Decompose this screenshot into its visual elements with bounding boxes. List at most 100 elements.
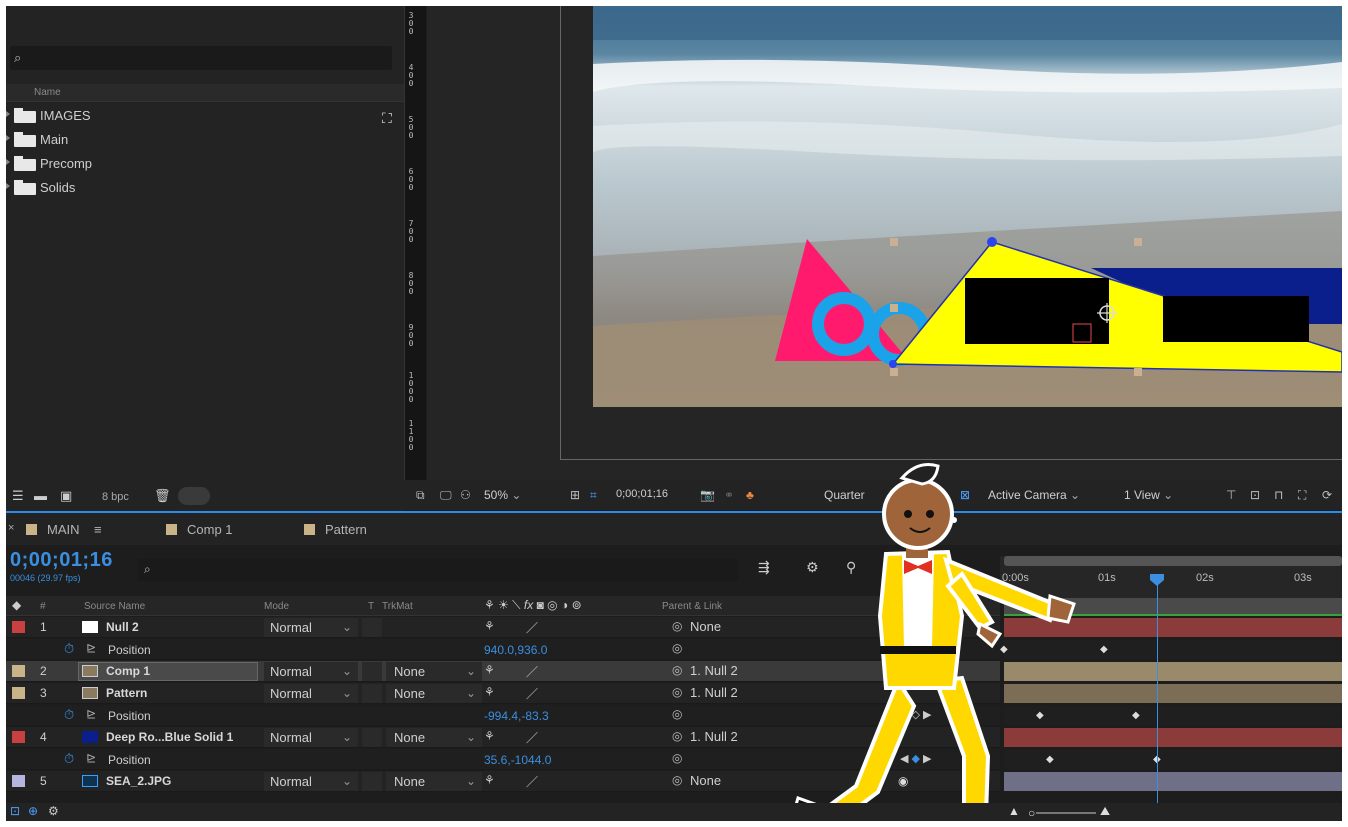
property-value[interactable]: 940.0,936.0 (484, 643, 547, 657)
layer-name-field[interactable] (78, 662, 258, 681)
layer-label-color[interactable] (12, 775, 25, 787)
quality-switch-icon[interactable]: ／ (526, 685, 538, 702)
blend-mode-dropdown[interactable]: Normal ⌄ (264, 662, 358, 681)
layer-name[interactable]: Comp 1 (106, 664, 150, 678)
parent-dropdown[interactable]: 1. Null 2 (690, 729, 738, 744)
display-icon[interactable]: 🖵 (440, 488, 452, 503)
in-out-toggle-icon[interactable]: ⚙ (48, 804, 59, 818)
view-layout-dropdown[interactable]: 1 View (1124, 488, 1173, 502)
blend-mode-dropdown[interactable]: Normal ⌄ (264, 728, 358, 747)
shy-switch-icon[interactable]: ⚘ (484, 663, 495, 677)
stopwatch-icon[interactable]: ⏱ (64, 641, 74, 657)
interpret-footage-icon[interactable]: ☰ (12, 488, 24, 504)
tab-menu-icon[interactable]: ≡ (94, 522, 102, 537)
tab-comp1[interactable]: Comp 1 (166, 522, 233, 537)
pickwhip-icon[interactable]: ◎ (672, 685, 682, 699)
timeline-zoom-slider[interactable] (1036, 812, 1096, 814)
parent-dropdown[interactable]: 1. Null 2 (690, 663, 738, 678)
preserve-transparency-box[interactable] (362, 728, 382, 747)
pickwhip-icon[interactable]: ◎ (672, 773, 682, 787)
new-comp-icon[interactable]: ▣ (60, 488, 72, 504)
layer-name[interactable]: SEA_2.JPG (106, 774, 171, 788)
viewer-timecode[interactable]: 0;00;01;16 (616, 488, 668, 500)
pickwhip-icon[interactable]: ◎ (672, 641, 682, 655)
grid-icon[interactable]: ⊞ (570, 488, 580, 502)
layer-name[interactable]: Null 2 (106, 620, 139, 634)
quality-switch-icon[interactable]: ／ (526, 663, 538, 680)
expand-caret-icon[interactable] (6, 183, 10, 189)
layer-label-color[interactable] (12, 687, 25, 699)
stopwatch-icon[interactable]: ⏱ (64, 751, 74, 767)
flowchart-icon[interactable]: ⛶ (382, 110, 392, 127)
shy-switch-icon[interactable]: ⚘ (484, 685, 495, 699)
track-matte-dropdown[interactable]: None ⌄ (386, 772, 482, 791)
preserve-transparency-box[interactable] (362, 772, 382, 791)
color-channel-icon[interactable]: ♣ (746, 488, 754, 502)
bit-depth-button[interactable]: 8 bpc (102, 491, 129, 503)
parent-dropdown[interactable]: None (690, 619, 721, 634)
current-time-display[interactable]: 0;00;01;16 (10, 549, 113, 572)
property-value[interactable]: 35.6,-1044.0 (484, 753, 551, 767)
blend-mode-dropdown[interactable]: Normal ⌄ (264, 772, 358, 791)
fast-preview-icon[interactable]: ⊡ (1250, 488, 1260, 502)
quality-switch-icon[interactable]: ／ (526, 773, 538, 790)
expand-caret-icon[interactable] (6, 159, 10, 165)
project-item-images[interactable]: IMAGES (6, 104, 381, 128)
show-snapshot-icon[interactable]: ⚭ (724, 488, 734, 502)
beach-footage[interactable] (593, 6, 1342, 407)
reset-exposure-icon[interactable]: ⟳ (1322, 488, 1332, 502)
tab-main[interactable]: MAIN (26, 522, 80, 537)
layer-label-color[interactable] (12, 621, 25, 633)
trash-icon[interactable]: 🗑 (154, 488, 171, 504)
zoom-dropdown[interactable]: 50% (484, 488, 521, 502)
project-item-main[interactable]: Main (6, 128, 381, 152)
pickwhip-icon[interactable]: ◎ (672, 751, 682, 765)
layer-label-color[interactable] (12, 665, 25, 677)
pickwhip-icon[interactable]: ◎ (672, 707, 682, 721)
graph-icon[interactable]: ⊵ (86, 751, 96, 765)
column-source-name[interactable]: Source Name (84, 601, 145, 612)
quality-switch-icon[interactable]: ／ (526, 729, 538, 746)
track-matte-dropdown[interactable]: None ⌄ (386, 662, 482, 681)
preserve-transparency-box[interactable] (362, 684, 382, 703)
flowchart-view-icon[interactable]: ⛶ (1298, 488, 1306, 503)
layer-name[interactable]: Deep Ro...Blue Solid 1 (106, 730, 233, 744)
track-matte-dropdown[interactable]: None ⌄ (386, 684, 482, 703)
shy-switch-icon[interactable]: ⚘ (484, 619, 495, 633)
transfer-controls-toggle-icon[interactable]: ⊕ (28, 804, 38, 818)
zoom-slider-handle[interactable]: ○ (1028, 806, 1035, 820)
project-item-solids[interactable]: Solids (6, 176, 381, 200)
toggle-pixel-icon[interactable]: ⊤ (1226, 488, 1236, 502)
current-time-indicator[interactable] (1157, 579, 1158, 809)
graph-icon[interactable]: ⊵ (86, 707, 96, 721)
new-folder-icon[interactable]: ▬ (34, 488, 47, 503)
mask-view-icon[interactable]: ⚇ (460, 488, 471, 502)
region-of-interest-icon[interactable]: ⌗ (590, 488, 597, 503)
composition-mini-flowchart-icon[interactable]: ⇶ (758, 559, 770, 576)
tab-pattern[interactable]: Pattern (304, 522, 367, 537)
pickwhip-icon[interactable]: ◎ (672, 619, 682, 633)
pickwhip-icon[interactable]: ◎ (672, 729, 682, 743)
parent-dropdown[interactable]: None (690, 773, 721, 788)
graph-icon[interactable]: ⊵ (86, 641, 96, 655)
blend-mode-dropdown[interactable]: Normal ⌄ (264, 618, 358, 637)
expand-caret-icon[interactable] (6, 111, 10, 117)
snapshot-region-icon[interactable]: ⧉ (416, 488, 425, 503)
camera-snapshot-icon[interactable]: 📷 (700, 488, 715, 502)
track-matte-dropdown[interactable]: None ⌄ (386, 728, 482, 747)
project-search-input[interactable]: ⌕ (10, 46, 392, 70)
project-item-precomp[interactable]: Precomp (6, 152, 381, 176)
close-tab-icon[interactable]: × (8, 522, 14, 534)
preserve-transparency-box[interactable] (362, 618, 382, 637)
layer-name[interactable]: Pattern (106, 686, 147, 700)
timeline-icon[interactable]: ⊓ (1274, 488, 1283, 502)
layer-label-color[interactable] (12, 731, 25, 743)
property-value[interactable]: -994.4,-83.3 (484, 709, 549, 723)
blend-mode-dropdown[interactable]: Normal ⌄ (264, 684, 358, 703)
thumbnail-toggle[interactable] (178, 487, 210, 505)
keyframe-icon[interactable]: ◆ (1132, 710, 1140, 721)
parent-dropdown[interactable]: 1. Null 2 (690, 685, 738, 700)
stopwatch-icon[interactable]: ⏱ (64, 707, 74, 723)
timeline-search-input[interactable]: ⌕ (138, 559, 738, 581)
layer-switches-toggle-icon[interactable]: ⊡ (10, 804, 20, 818)
